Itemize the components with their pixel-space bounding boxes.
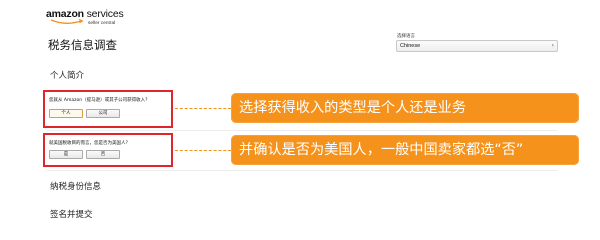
callout-connector [175,150,231,151]
callout-connector [175,108,231,109]
page-title: 税务信息调查 [48,38,117,52]
language-label: 选择语言 [397,34,415,39]
section-heading-sign-submit[interactable]: 签名并提交 [50,208,93,220]
divider [47,170,557,171]
chevron-down-icon: › [551,42,554,49]
callout-us-person: 并确认是否为美国人，一般中国卖家都选“否” [231,135,579,165]
highlight-box-us-person [43,133,173,167]
amazon-services-logo: amazon services seller central [46,8,136,36]
amazon-smile-icon [50,19,84,24]
logo-services-text: services [83,8,124,20]
divider [47,130,557,131]
section-heading-tax-identity[interactable]: 纳税身份信息 [50,180,101,192]
language-select[interactable]: Chinese › [396,40,558,52]
section-heading-personal[interactable]: 个人简介 [50,69,84,81]
callout-income-type: 选择获得收入的类型是个人还是业务 [231,93,579,123]
logo-subtitle: seller central [88,21,116,26]
language-select-value: Chinese [400,43,421,49]
highlight-box-income-type [43,90,173,128]
